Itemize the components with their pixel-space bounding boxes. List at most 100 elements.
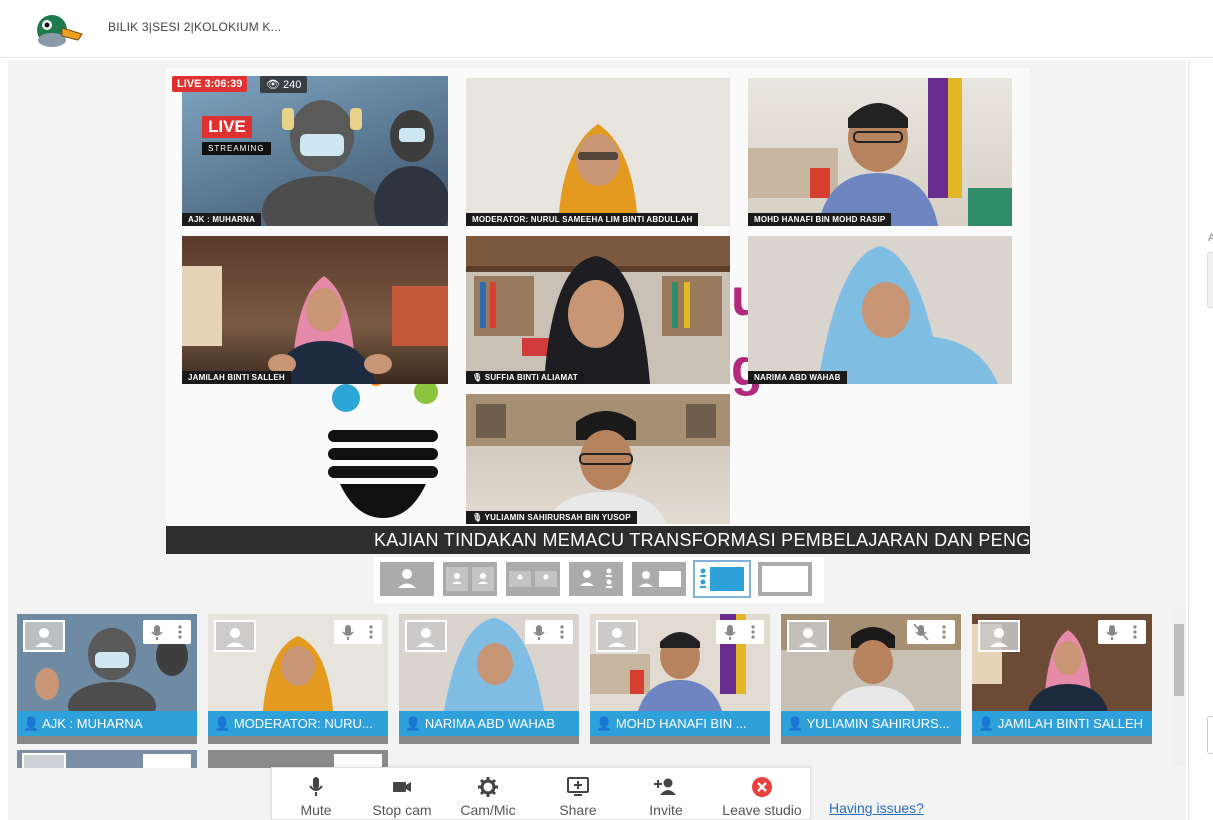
microphone-icon[interactable] bbox=[151, 625, 163, 640]
stage-tile-6[interactable]: NARIMA ABD WAHAB bbox=[748, 236, 1012, 384]
mute-button[interactable]: Mute bbox=[280, 774, 352, 820]
person-icon bbox=[799, 628, 817, 647]
camera-toggle[interactable] bbox=[405, 620, 447, 652]
more-options-icon[interactable] bbox=[178, 625, 182, 639]
participant-controls bbox=[525, 620, 573, 644]
participant-name: 👤 JAMILAH BINTI SALLEH bbox=[972, 711, 1152, 736]
microphone-icon[interactable] bbox=[724, 625, 736, 640]
layout-two-button[interactable] bbox=[441, 560, 499, 598]
more-options-icon[interactable] bbox=[942, 625, 946, 639]
tile-label: JAMILAH BINTI SALLEH bbox=[182, 371, 291, 384]
layout-solo-icon bbox=[398, 569, 416, 588]
person-icon bbox=[226, 628, 244, 647]
more-options-icon[interactable] bbox=[1133, 625, 1137, 639]
top-bar: BILIK 3|SESI 2|KOLOKIUM K... bbox=[0, 0, 1213, 58]
leave-studio-button[interactable]: Leave studio bbox=[716, 774, 808, 820]
invite-button[interactable]: Invite bbox=[630, 774, 702, 820]
participant-name: 👤 MOHD HANAFI BIN ... bbox=[590, 711, 770, 736]
tile-label: NARIMA ABD WAHAB bbox=[748, 371, 847, 384]
participant-card[interactable]: 👤 AJK : MUHARNA bbox=[17, 614, 197, 744]
share-button[interactable]: Share bbox=[542, 774, 614, 820]
layout-blank-icon bbox=[762, 566, 808, 592]
cam-mic-settings-button[interactable]: Cam/Mic bbox=[452, 774, 524, 820]
stage-tile-5[interactable]: 🎙 SUFFIA BINTI ALIAMAT bbox=[466, 236, 730, 384]
gear-icon bbox=[478, 777, 498, 797]
layout-screen-button[interactable] bbox=[693, 560, 751, 598]
layout-blank-button[interactable] bbox=[756, 560, 814, 598]
studio-title: BILIK 3|SESI 2|KOLOKIUM K... bbox=[108, 20, 282, 34]
having-issues-link[interactable]: Having issues? bbox=[829, 800, 924, 816]
news-ticker: KAJIAN TINDAKAN MEMACU TRANSFORMASI PEMB… bbox=[166, 526, 1030, 554]
duck-logo-icon bbox=[37, 15, 83, 47]
microphone-muted-icon[interactable] bbox=[913, 623, 929, 641]
add-person-icon bbox=[654, 778, 676, 795]
person-icon: 👤 bbox=[23, 716, 40, 731]
stage-tile-3[interactable]: MOHD HANAFI BIN MOHD RASIP bbox=[748, 78, 1012, 226]
tile-label: AJK : MUHARNA bbox=[182, 213, 262, 226]
lightbulb-graphic-icon bbox=[328, 370, 438, 518]
participant-strip: 👤 AJK : MUHARNA 👤 MODERATOR: NURU... 👤 N… bbox=[12, 608, 1172, 768]
close-circle-icon bbox=[752, 777, 772, 797]
person-icon: 👤 bbox=[787, 716, 804, 731]
mic-muted-icon: 🎙 bbox=[472, 373, 483, 382]
layout-screen-icon bbox=[700, 567, 744, 591]
microphone-icon[interactable] bbox=[1106, 625, 1118, 640]
person-icon bbox=[608, 628, 626, 647]
tile-label: MOHD HANAFI BIN MOHD RASIP bbox=[748, 213, 892, 226]
tile-label: MODERATOR: NURUL SAMEEHA LIM BINTI ABDUL… bbox=[466, 213, 699, 226]
camera-toggle[interactable] bbox=[787, 620, 829, 652]
tile-label: 🎙 YULIAMIN SAHIRURSAH BIN YUSOP bbox=[466, 511, 637, 524]
participant-card[interactable]: 👤 YULIAMIN SAHIRURS... bbox=[781, 614, 961, 744]
participant-card[interactable]: 👤 MODERATOR: NURU... bbox=[208, 614, 388, 744]
share-screen-icon bbox=[567, 777, 589, 796]
camera-toggle[interactable] bbox=[978, 620, 1020, 652]
participant-card[interactable]: 👤 NARIMA ABD WAHAB bbox=[399, 614, 579, 744]
live-timer-badge: LIVE 3:06:39 bbox=[172, 76, 248, 92]
more-options-icon[interactable] bbox=[751, 625, 755, 639]
person-icon: 👤 bbox=[978, 716, 995, 731]
layout-two-wide-icon bbox=[509, 571, 557, 587]
tile-label: 🎙 SUFFIA BINTI ALIAMAT bbox=[466, 371, 584, 384]
participant-scrollbar-thumb[interactable] bbox=[1174, 624, 1184, 696]
right-panel-field[interactable] bbox=[1207, 252, 1213, 308]
participant-name: 👤 NARIMA ABD WAHAB bbox=[399, 711, 579, 736]
person-icon: 👤 bbox=[214, 716, 231, 731]
stage-tile-4[interactable]: JAMILAH BINTI SALLEH bbox=[182, 236, 448, 384]
layout-side-by-side-button[interactable] bbox=[567, 560, 625, 598]
more-options-icon[interactable] bbox=[369, 625, 373, 639]
broadcast-stage: u g LIVE STREAMING AJK : MUHARNA LIVE 3:… bbox=[166, 68, 1030, 554]
person-icon bbox=[35, 628, 53, 647]
participant-card-partial[interactable] bbox=[208, 750, 388, 768]
layout-selector bbox=[374, 557, 824, 603]
stage-tile-1[interactable]: LIVE STREAMING AJK : MUHARNA bbox=[182, 76, 448, 226]
stop-cam-button[interactable]: Stop cam bbox=[366, 774, 438, 820]
layout-two-wide-button[interactable] bbox=[504, 560, 562, 598]
participant-name: 👤 MODERATOR: NURU... bbox=[208, 711, 388, 736]
layout-side-icon bbox=[580, 568, 612, 588]
camera-toggle[interactable] bbox=[23, 620, 65, 652]
person-icon: 👤 bbox=[596, 716, 613, 731]
participant-controls bbox=[907, 620, 955, 644]
microphone-icon[interactable] bbox=[342, 625, 354, 640]
person-icon: 👤 bbox=[405, 716, 422, 731]
live-streaming-logo: LIVE STREAMING bbox=[202, 116, 298, 155]
person-icon bbox=[417, 628, 435, 647]
camera-toggle[interactable] bbox=[596, 620, 638, 652]
layout-pip-button[interactable] bbox=[630, 560, 688, 598]
more-options-icon[interactable] bbox=[560, 625, 564, 639]
stage-tile-2[interactable]: MODERATOR: NURUL SAMEEHA LIM BINTI ABDUL… bbox=[466, 78, 730, 226]
participant-card-partial[interactable] bbox=[17, 750, 197, 768]
microphone-icon bbox=[309, 777, 323, 796]
layout-two-icon bbox=[446, 567, 494, 591]
camera-icon bbox=[393, 782, 411, 792]
participant-controls bbox=[143, 620, 191, 644]
participant-name: 👤 AJK : MUHARNA bbox=[17, 711, 197, 736]
layout-solo-button[interactable] bbox=[378, 560, 436, 598]
stage-tile-7[interactable]: 🎙 YULIAMIN SAHIRURSAH BIN YUSOP bbox=[466, 394, 730, 524]
right-panel-field-2[interactable] bbox=[1207, 716, 1213, 754]
camera-toggle[interactable] bbox=[214, 620, 256, 652]
participant-card[interactable]: 👤 MOHD HANAFI BIN ... bbox=[590, 614, 770, 744]
participant-card[interactable]: 👤 JAMILAH BINTI SALLEH bbox=[972, 614, 1152, 744]
microphone-icon[interactable] bbox=[533, 625, 545, 640]
participant-controls bbox=[334, 620, 382, 644]
